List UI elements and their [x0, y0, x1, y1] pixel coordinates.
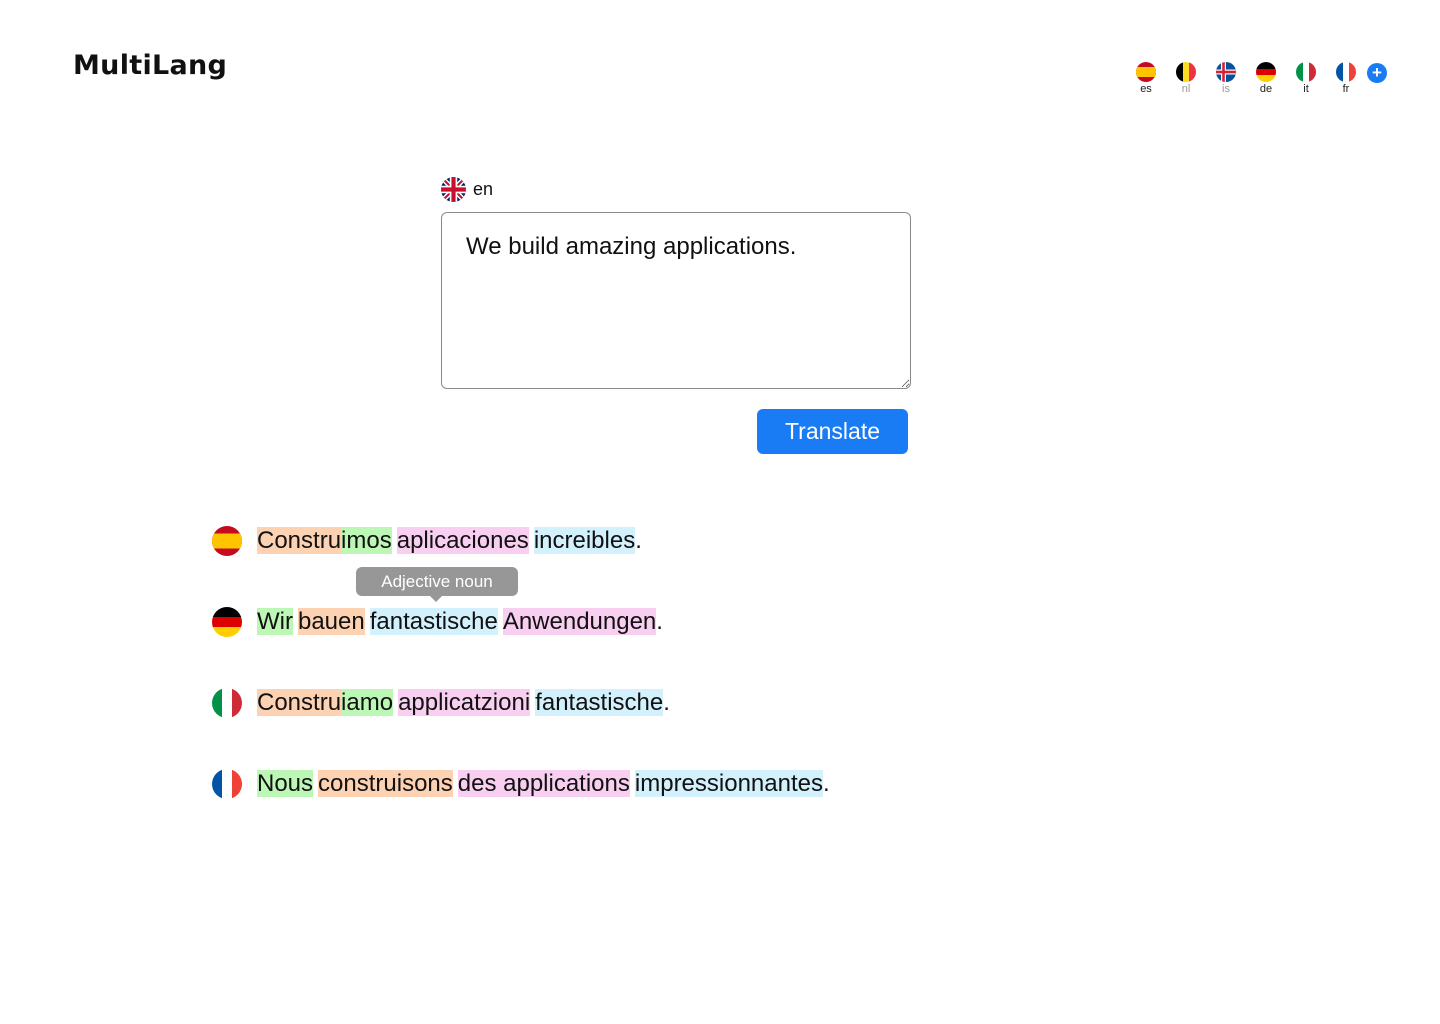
grammar-tooltip: Adjective noun — [356, 567, 518, 602]
token[interactable]: increibles — [533, 527, 636, 554]
token[interactable]: aplicaciones — [396, 527, 529, 554]
app-title: MultiLang — [73, 50, 228, 81]
lang-code: fr — [1342, 83, 1350, 95]
lang-item-fr[interactable]: fr — [1326, 62, 1366, 96]
punctuation: . — [663, 689, 670, 716]
translated-sentence: Wir bauen fantastische Anwendungen. — [257, 607, 663, 637]
uk-flag-icon — [441, 177, 466, 202]
target-language-bar: es nl is de it fr — [1126, 62, 1366, 96]
token[interactable]: fantastische — [369, 608, 498, 635]
lang-item-de[interactable]: de — [1246, 62, 1286, 96]
translated-sentence: Construiamo applicatzioni fantastische. — [257, 688, 670, 718]
it-flag-icon — [212, 688, 242, 718]
lang-code: de — [1259, 83, 1273, 95]
result-row-es: Construimos aplicaciones increibles. — [212, 525, 642, 557]
lang-item-it[interactable]: it — [1286, 62, 1326, 96]
translated-sentence: Nous construisons des applications impressi… — [257, 769, 830, 799]
fr-flag-icon — [1336, 62, 1356, 82]
lang-code: it — [1303, 83, 1309, 95]
de-flag-icon — [1256, 62, 1276, 82]
token[interactable]: bauen — [297, 608, 365, 635]
be-flag-icon — [1176, 62, 1196, 82]
token[interactable]: imos — [341, 527, 392, 554]
token[interactable]: impressionnantes — [634, 770, 823, 797]
token[interactable]: Constru — [257, 527, 342, 554]
token[interactable]: iamo — [341, 689, 394, 716]
lang-code: nl — [1181, 83, 1191, 95]
token[interactable]: construisons — [318, 770, 453, 797]
token[interactable]: fantastische — [535, 689, 664, 716]
source-language-label: en — [441, 177, 493, 202]
it-flag-icon — [1296, 62, 1316, 82]
punctuation: . — [656, 608, 663, 635]
lang-item-es[interactable]: es — [1126, 62, 1166, 96]
lang-code: is — [1222, 83, 1230, 95]
add-language-button[interactable]: + — [1367, 63, 1387, 83]
translated-sentence: Construimos aplicaciones increibles. — [257, 526, 642, 556]
lang-item-nl[interactable]: nl — [1166, 62, 1206, 96]
token[interactable]: des applications — [457, 770, 630, 797]
lang-code: es — [1140, 83, 1152, 95]
is-flag-icon — [1216, 62, 1236, 82]
punctuation: . — [823, 770, 830, 797]
result-row-it: Construiamo applicatzioni fantastische. — [212, 687, 670, 719]
token[interactable]: Nous — [257, 770, 314, 797]
lang-item-is[interactable]: is — [1206, 62, 1246, 96]
token[interactable]: Wir — [257, 608, 293, 635]
translate-button[interactable]: Translate — [757, 409, 908, 454]
source-language-code: en — [473, 179, 494, 199]
es-flag-icon — [212, 526, 242, 556]
es-flag-icon — [1136, 62, 1156, 82]
plus-icon: + — [1372, 63, 1382, 82]
token[interactable]: applicatzioni — [398, 689, 531, 716]
token[interactable]: Constru — [257, 689, 342, 716]
token[interactable]: Anwendungen — [502, 608, 657, 635]
punctuation: . — [635, 527, 642, 554]
result-row-fr: Nous construisons des applications impressi… — [212, 768, 830, 800]
fr-flag-icon — [212, 769, 242, 799]
source-text-input[interactable]: We build amazing applications. — [441, 212, 911, 389]
de-flag-icon — [212, 607, 242, 637]
result-row-de: Wir bauen fantastische Anwendungen. — [212, 606, 663, 638]
